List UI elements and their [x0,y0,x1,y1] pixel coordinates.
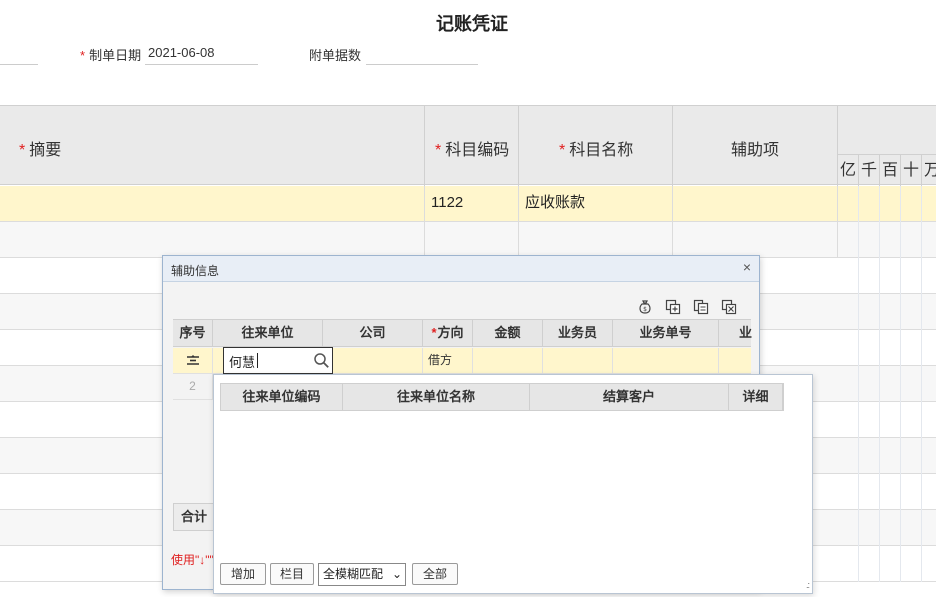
dialog-title: 辅助信息 [171,264,220,278]
voucher-row[interactable] [0,222,936,258]
digit-header: 千 [859,155,880,187]
all-button[interactable]: 全部 [412,563,458,585]
auxiliary-column-header: 辅助项 [673,106,838,186]
column-header: 公司 [323,320,423,347]
column-header: *方向 [423,320,473,347]
account-name-column-header: * 科目名称 [519,106,673,186]
match-mode-select[interactable]: 全模糊匹配 ⌄ [318,563,406,586]
partner-lookup-dropdown: 往来单位编码 往来单位名称 结算客户 详细 增加 栏目 全模糊匹配 ⌄ 全部 .… [213,374,813,594]
date-field[interactable]: 2021-06-08 [148,45,215,60]
lookup-table-header: 往来单位编码 往来单位名称 结算客户 详细 [220,383,784,411]
digit-header: 亿 [838,155,859,187]
voucher-table-header: * 摘要 * 科目编码 * 科目名称 辅助项 亿 千 百 十 万 [0,105,936,187]
dialog-table-header: 序号 往来单位 公司 *方向 金额 业务员 业务单号 业 [173,319,753,347]
column-header: 往来单位编码 [221,384,343,410]
money-bag-icon[interactable]: $ [637,299,653,315]
account-name-cell[interactable]: 应收账款 [519,186,673,222]
column-header: 业务员 [543,320,613,347]
column-header: 详细 [729,384,783,410]
column-header: 业务单号 [613,320,719,347]
resize-grip-icon[interactable]: .: [806,580,810,590]
column-header: 结算客户 [530,384,729,410]
partner-input[interactable]: 何慧 [223,347,333,374]
summary-column-header: * 摘要 [0,106,425,186]
dialog-table-row[interactable]: 何慧 借方 [173,347,751,374]
amount-digit-headers: 亿 千 百 十 万 [838,154,936,187]
chevron-down-icon: ⌄ [391,567,402,581]
auxiliary-cell[interactable] [673,186,838,222]
search-icon[interactable] [313,352,330,369]
attachments-field-underline [366,64,478,65]
column-header: 金额 [473,320,543,347]
digit-header: 万 [922,155,936,187]
columns-button[interactable]: 栏目 [270,563,314,585]
account-code-column-header: * 科目编码 [425,106,519,186]
column-header: 业 [739,325,753,340]
summary-cell[interactable] [0,186,425,222]
usage-hint: 使用"↓"" [171,553,214,567]
delete-row-icon[interactable] [721,299,737,315]
column-header: 往来单位名称 [343,384,530,410]
dialog-title-bar[interactable]: 辅助信息 × [163,256,759,282]
column-header: 往来单位 [213,320,323,347]
date-field-underline [145,64,258,65]
attachments-label: 附单据数 [309,48,362,63]
company-cell[interactable] [333,348,423,374]
account-code-cell[interactable]: 1122 [425,186,519,222]
row-index: 2 [173,374,213,400]
add-button[interactable]: 增加 [220,563,266,585]
voucher-row[interactable]: 1122 应收账款 [0,186,936,222]
add-row-icon[interactable] [665,299,681,315]
page-title: 记账凭证 [436,14,508,34]
voucher-number-underline [0,64,38,65]
svg-text:$: $ [643,306,647,313]
voucher-page: 记账凭证 * 制单日期 2021-06-08 附单据数 * 摘要 * 科目编码 * 科目… [0,0,936,597]
digit-header: 十 [901,155,922,187]
column-header: 序号 [173,320,213,347]
digit-header: 百 [880,155,901,187]
row-selector-icon[interactable] [173,348,213,374]
close-icon[interactable]: × [743,259,751,275]
direction-cell[interactable]: 借方 [423,348,473,374]
date-label: * 制单日期 [80,48,142,63]
copy-row-icon[interactable] [693,299,709,315]
